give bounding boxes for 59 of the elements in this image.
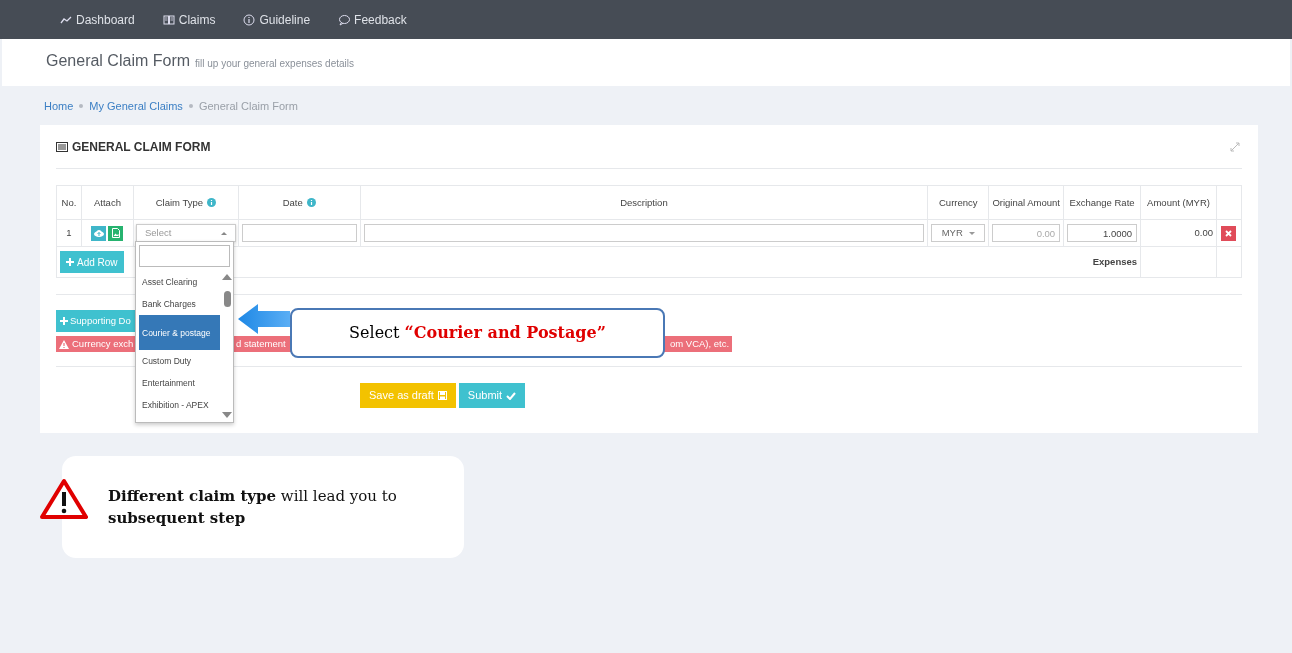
book-icon bbox=[162, 13, 175, 26]
scrollbar-thumb[interactable] bbox=[223, 290, 231, 307]
page-subtitle: fill up your general expenses details bbox=[195, 57, 354, 71]
dropdown-option[interactable]: Bank Charges bbox=[139, 293, 220, 315]
scroll-up-icon bbox=[222, 274, 232, 280]
nav-link[interactable]: Claims bbox=[162, 10, 216, 29]
column-header: Description bbox=[620, 196, 668, 209]
checkmark-icon bbox=[506, 391, 517, 400]
original-amount-field[interactable]: 0.00 bbox=[992, 224, 1061, 242]
exchange-rate-field[interactable]: 1.0000 bbox=[1067, 224, 1138, 242]
description-field[interactable] bbox=[363, 224, 925, 242]
pointer-arrow-icon bbox=[238, 304, 290, 334]
delete-row-button[interactable] bbox=[1221, 225, 1237, 241]
plus-icon bbox=[60, 317, 68, 325]
card-title: GENERAL CLAIM FORM bbox=[72, 138, 211, 156]
upload-button[interactable] bbox=[91, 225, 107, 241]
breadcrumb-link[interactable]: Home bbox=[44, 97, 74, 115]
breadcrumb-link[interactable]: My General Claims bbox=[89, 97, 183, 115]
speech-bubble-icon bbox=[338, 13, 351, 26]
page-title: General Claim Form bbox=[46, 51, 191, 71]
column-header: Attach bbox=[94, 196, 121, 209]
date-field[interactable] bbox=[241, 224, 357, 242]
list-icon bbox=[56, 141, 68, 152]
dropdown-option[interactable]: Entertainment bbox=[139, 372, 220, 394]
expand-icon bbox=[1230, 141, 1240, 152]
warning-text: Currency exch bbox=[72, 336, 134, 351]
nav-link[interactable]: Feedback bbox=[338, 10, 407, 29]
nav-link[interactable]: Dashboard bbox=[60, 10, 135, 29]
total-label: Expenses bbox=[1092, 254, 1138, 269]
tip-text: Different claim type will lead you to subsequent step bbox=[108, 486, 398, 529]
dropdown-option[interactable]: Custom Duty bbox=[139, 350, 220, 372]
cloud-upload-icon bbox=[93, 229, 104, 237]
warning-text: d statement bbox=[236, 336, 286, 351]
dropdown-option[interactable]: Asset Clearing bbox=[139, 271, 220, 293]
amount-value: 0.00 bbox=[1194, 226, 1213, 238]
column-header: Date bbox=[282, 196, 303, 209]
column-header: Original Amount bbox=[992, 196, 1060, 209]
dropdown-option[interactable]: Courier & postage bbox=[139, 315, 220, 350]
search-field[interactable] bbox=[139, 245, 230, 267]
plus-icon bbox=[66, 258, 74, 266]
dropdown-option[interactable]: Exhibition - APEX bbox=[139, 394, 220, 416]
column-header: Currency bbox=[939, 196, 978, 209]
column-header: Amount (MYR) bbox=[1147, 196, 1210, 209]
nav-link[interactable]: Guideline bbox=[243, 10, 311, 29]
row-number: 1 bbox=[66, 226, 72, 238]
scroll-down-icon bbox=[222, 412, 232, 418]
info-icon bbox=[243, 13, 256, 26]
warning-text: om VCA), etc. bbox=[670, 336, 730, 351]
column-header: Exchange Rate bbox=[1069, 196, 1135, 209]
callout-text: Select “Courier and Postage” bbox=[290, 308, 665, 358]
image-file-icon bbox=[111, 228, 120, 238]
warning-icon bbox=[59, 339, 69, 349]
document-button[interactable] bbox=[108, 225, 124, 241]
breadcrumb-separator bbox=[79, 104, 84, 108]
currency-select[interactable]: MYR bbox=[931, 224, 986, 242]
breadcrumb-separator bbox=[188, 104, 193, 108]
column-header: No. bbox=[61, 196, 77, 209]
close-icon bbox=[1225, 229, 1233, 237]
column-header: Claim Type bbox=[155, 196, 204, 209]
